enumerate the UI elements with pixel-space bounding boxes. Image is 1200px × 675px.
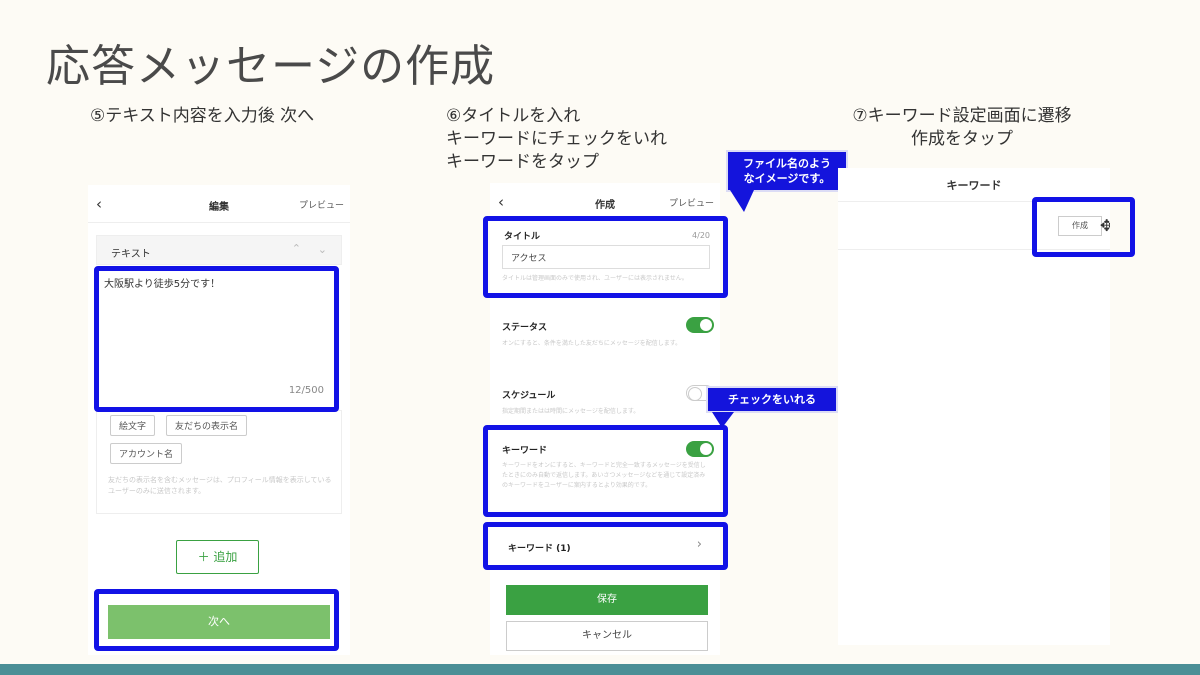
bottom-accent-bar [0,664,1200,675]
step-7-caption-line: 作成をタップ [911,129,1013,149]
highlight-keyword-row [483,522,728,570]
step-5-caption-line: ⑤テキスト内容を入力後 次へ [90,106,315,126]
section-label: テキスト [111,249,151,260]
step-6-caption-line: キーワードにチェックをいれ [446,129,667,149]
step-7-caption: ⑦キーワード設定画面に遷移 作成をタップ [832,105,1092,151]
highlight-message-box [94,266,339,412]
status-toggle[interactable] [686,317,714,333]
highlight-title-field [483,216,728,298]
account-name-chip[interactable]: アカウント名 [110,443,183,464]
step-6-caption-line: キーワードをタップ [446,152,599,172]
step-7-caption-line: ⑦キーワード設定画面に遷移 [852,106,1072,126]
friend-name-chip[interactable]: 友だちの表示名 [166,415,248,436]
step-5-caption: ⑤テキスト内容を入力後 次へ [90,105,314,128]
friend-name-note: 友だちの表示名を含むメッセージは、プロフィール情報を表示しているユーザーのみに送… [108,476,332,495]
highlight-create-button [1032,197,1135,257]
emoji-chip[interactable]: 絵文字 [110,415,156,436]
status-description: オンにすると、条件を満たした友だちにメッセージを配信します。 [502,340,682,347]
filename-callout: ファイル名のよう なイメージです。 [726,150,848,192]
screen-edit-text: ‹ 編集 プレビュー テキスト ⌃ ⌄ 大阪駅より徒歩5分です！ 12/500 … [88,185,350,655]
slide-title: 応答メッセージの作成 [46,41,496,92]
add-button[interactable]: ＋ 追加 [176,540,259,574]
schedule-label: スケジュール [502,391,556,401]
step-6-caption: ⑥タイトルを入れ キーワードにチェックをいれ キーワードをタップ [446,105,667,174]
chevron-down-icon[interactable]: ⌄ [318,243,327,256]
check-callout-tail [712,412,734,428]
save-button[interactable]: 保存 [506,585,708,615]
preview-link[interactable]: プレビュー [669,196,714,209]
highlight-next-button [94,589,339,651]
status-label: ステータス [502,323,548,333]
screen-title: キーワード [946,179,1002,192]
schedule-description: 指定期間またはは時間にメッセージを配信します。 [502,408,640,415]
preview-link[interactable]: プレビュー [299,198,344,211]
step-6-caption-line: ⑥タイトルを入れ [446,106,581,126]
check-callout: チェックをいれる [706,386,838,413]
screen-header: ‹ 編集 プレビュー [88,185,350,223]
filename-callout-tail [730,190,754,212]
highlight-keyword-toggle [483,425,728,517]
cancel-button[interactable]: キャンセル [506,621,708,651]
text-section-header: テキスト ⌃ ⌄ [96,235,342,265]
chevron-up-icon[interactable]: ⌃ [292,242,301,255]
